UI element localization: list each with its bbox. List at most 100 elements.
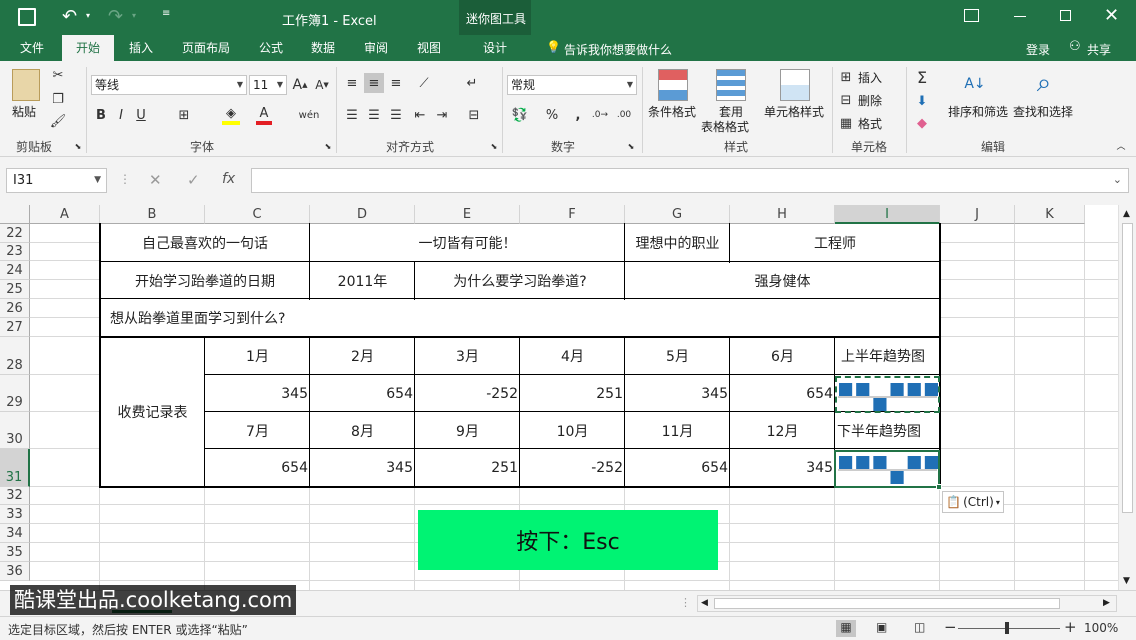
maximize-icon[interactable] [1060, 10, 1071, 21]
scroll-down-icon[interactable]: ▼ [1123, 576, 1130, 586]
login-link[interactable]: 登录 [1026, 41, 1050, 58]
split-handle-icon[interactable]: ⋮ [119, 172, 131, 186]
tab-design[interactable]: 设计 [473, 35, 517, 61]
format-cells-icon[interactable]: ▦ [838, 115, 854, 131]
row-header[interactable]: 29 [0, 375, 30, 412]
percent-icon[interactable]: % [542, 105, 562, 125]
increase-decimal-icon[interactable]: .0→ [590, 105, 610, 125]
sort-filter-button[interactable]: 排序和筛选 [948, 103, 1008, 120]
find-select-button[interactable]: 查找和选择 [1013, 103, 1073, 120]
format-as-table-button-line2[interactable]: 表格格式 [701, 118, 749, 135]
tab-view[interactable]: 视图 [408, 35, 450, 61]
worksheet-grid[interactable]: ABCDEFGHIJK 22 23 24 25 26 27 28 29 30 31 32 33 34 35… [0, 205, 1118, 590]
row-header[interactable]: 31 [0, 449, 30, 487]
row-header[interactable]: 30 [0, 412, 30, 449]
paste-button[interactable]: 粘贴 [12, 103, 36, 120]
customize-qat-icon[interactable]: ≡ [162, 8, 170, 19]
collapse-ribbon-icon[interactable]: ︿ [1114, 139, 1128, 152]
dialog-launcher-icon[interactable]: ⬊ [323, 141, 333, 151]
clear-icon[interactable]: ◆ [912, 113, 932, 133]
column-header[interactable]: G [625, 205, 730, 224]
align-center-icon[interactable]: ☰ [364, 105, 384, 125]
close-icon[interactable]: ✕ [1104, 5, 1119, 26]
tab-data[interactable]: 数据 [302, 35, 344, 61]
align-bottom-icon[interactable]: ≡ [386, 73, 406, 93]
zoom-slider[interactable] [958, 628, 1060, 629]
horizontal-scrollbar[interactable]: ◀ ▶ [697, 595, 1117, 612]
insert-function-icon[interactable]: fx [222, 171, 235, 187]
copy-icon[interactable]: ❐ [50, 91, 66, 107]
border-icon[interactable]: ⊞ [176, 105, 192, 125]
find-select-icon[interactable]: ⌕ [1028, 67, 1060, 99]
zoom-in-icon[interactable]: + [1064, 618, 1077, 636]
paste-options-button[interactable]: 📋 (Ctrl) ▾ [942, 491, 1004, 513]
sort-filter-icon[interactable]: A↓ [960, 69, 990, 99]
underline-icon[interactable]: U [134, 105, 148, 125]
wrap-text-icon[interactable]: ↵ [462, 73, 482, 93]
column-header[interactable]: C [205, 205, 310, 224]
page-break-view-icon[interactable]: ◫ [914, 620, 925, 634]
minimize-icon[interactable] [1014, 16, 1026, 17]
tab-page-layout[interactable]: 页面布局 [170, 35, 242, 61]
font-size-select[interactable]: 11 ▼ [249, 75, 287, 95]
column-header[interactable]: D [310, 205, 415, 224]
page-layout-view-icon[interactable]: ▣ [876, 620, 887, 634]
autosum-icon[interactable]: Σ [912, 67, 932, 87]
row-header[interactable]: 27 [0, 318, 30, 337]
align-right-icon[interactable]: ☰ [386, 105, 406, 125]
comma-style-icon[interactable]: , [570, 105, 586, 125]
orientation-icon[interactable]: ⟋ [412, 73, 436, 93]
increase-font-icon[interactable]: A ▲ [292, 75, 308, 95]
tab-insert[interactable]: 插入 [118, 35, 164, 61]
decrease-indent-icon[interactable]: ⇤ [410, 105, 430, 125]
dialog-launcher-icon[interactable]: ⬊ [489, 141, 499, 151]
zoom-slider-thumb[interactable] [1005, 622, 1009, 634]
row-header[interactable]: 25 [0, 280, 30, 299]
row-header[interactable]: 36 [0, 562, 30, 581]
undo-dropdown-icon[interactable]: ▾ [86, 11, 90, 20]
accounting-format-icon[interactable]: 💱 [508, 105, 532, 125]
column-header[interactable]: B [100, 205, 205, 224]
formula-input[interactable]: ⌄ [251, 168, 1129, 193]
normal-view-icon[interactable]: ▦ [836, 620, 856, 637]
column-header[interactable]: A [30, 205, 100, 224]
delete-cells-button[interactable]: 删除 [858, 92, 882, 109]
row-header[interactable]: 32 [0, 487, 30, 505]
dialog-launcher-icon[interactable]: ⬊ [626, 141, 636, 151]
vertical-scroll-thumb[interactable] [1122, 223, 1133, 513]
row-header[interactable]: 22 [0, 224, 30, 243]
column-header[interactable]: J [940, 205, 1015, 224]
decrease-font-icon[interactable]: A ▼ [314, 75, 330, 95]
row-header[interactable]: 26 [0, 299, 30, 318]
format-cells-button[interactable]: 格式 [858, 115, 882, 132]
tab-formulas[interactable]: 公式 [250, 35, 292, 61]
row-header[interactable]: 28 [0, 337, 30, 375]
select-all-corner[interactable] [0, 205, 30, 224]
zoom-level[interactable]: 100% [1084, 621, 1118, 635]
undo-icon[interactable]: ↶ [62, 6, 77, 27]
cell-styles-icon[interactable] [780, 69, 810, 101]
tab-review[interactable]: 审阅 [355, 35, 397, 61]
format-painter-icon[interactable]: 🖌 [50, 113, 67, 129]
zoom-out-icon[interactable]: − [944, 618, 957, 636]
name-box[interactable]: I31 ▼ [6, 168, 107, 193]
fill-icon[interactable]: ⬇ [912, 91, 932, 111]
merge-center-icon[interactable]: ⊟ [462, 105, 486, 125]
save-icon[interactable] [18, 8, 36, 26]
sheet-options-icon[interactable]: ⋮ [680, 596, 691, 609]
row-header[interactable]: 33 [0, 505, 30, 524]
italic-icon[interactable]: I [114, 105, 128, 125]
scroll-right-icon[interactable]: ▶ [1103, 598, 1110, 608]
ribbon-display-icon[interactable] [964, 9, 979, 22]
align-middle-icon[interactable]: ≡ [364, 73, 384, 93]
column-header[interactable]: E [415, 205, 520, 224]
phonetic-icon[interactable]: wén [299, 105, 320, 125]
row-header[interactable]: 35 [0, 543, 30, 562]
increase-indent-icon[interactable]: ⇥ [432, 105, 452, 125]
font-color-icon[interactable]: A [256, 105, 272, 125]
horizontal-scroll-thumb[interactable] [714, 598, 1060, 609]
insert-cells-icon[interactable]: ⊞ [838, 69, 854, 85]
delete-cells-icon[interactable]: ⊟ [838, 92, 854, 108]
dialog-launcher-icon[interactable]: ⬊ [73, 141, 83, 151]
conditional-format-icon[interactable] [658, 69, 688, 101]
